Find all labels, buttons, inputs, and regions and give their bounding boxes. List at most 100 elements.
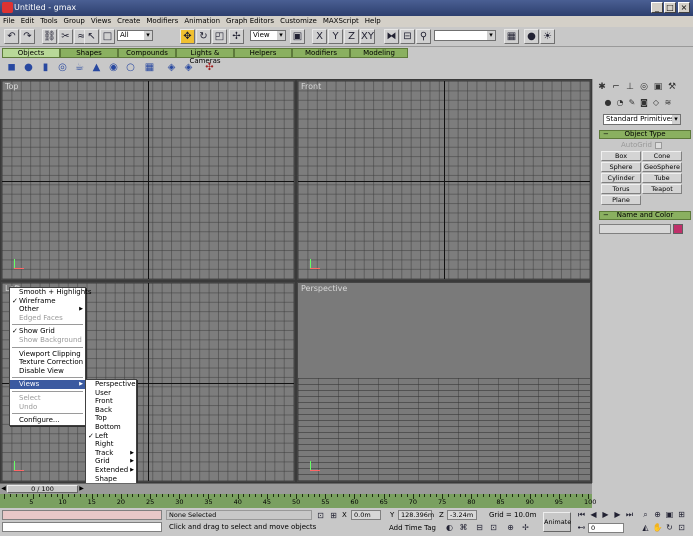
pivot-point-icon[interactable]: ▣ [290, 29, 305, 44]
add-time-tag-button[interactable]: Add Time Tag [389, 524, 436, 533]
rollout-object-type[interactable]: − Object Type [599, 130, 691, 139]
view-item-bottom[interactable]: Bottom [86, 423, 136, 432]
primitive-category-select[interactable]: Standard Primitives [603, 114, 681, 125]
view-item-shape[interactable]: Shape [86, 475, 136, 484]
helpers-category-icon[interactable]: ◇ [650, 97, 662, 109]
close-button[interactable]: × [678, 2, 690, 13]
maximize-viewport-icon[interactable]: ⊡ [676, 522, 687, 533]
menu-modifiers[interactable]: Modifiers [143, 16, 181, 27]
arc-rotate-icon[interactable]: ↻ [664, 522, 675, 533]
redo-icon[interactable]: ↷ [20, 29, 35, 44]
restrict-y-icon[interactable]: Y [328, 29, 343, 44]
torus-button[interactable]: Torus [601, 184, 641, 194]
object-color-swatch[interactable] [673, 224, 683, 234]
menu-item-configure[interactable]: Configure... [10, 416, 85, 425]
menu-create[interactable]: Create [114, 16, 143, 27]
x-coordinate-field[interactable]: 0.0m [351, 510, 381, 520]
undo-icon[interactable]: ↶ [4, 29, 19, 44]
tab-modifiers[interactable]: Modifiers [292, 48, 350, 58]
restrict-x-icon[interactable]: X [312, 29, 327, 44]
material-editor-icon[interactable]: ● [524, 29, 539, 44]
restrict-z-icon[interactable]: Z [344, 29, 359, 44]
viewport-top[interactable]: Top [1, 80, 295, 280]
tube-button[interactable]: Tube [642, 173, 682, 183]
plane-button[interactable]: Plane [601, 195, 641, 205]
select-scale-icon[interactable]: ◰ [212, 29, 227, 44]
maxscript-output[interactable] [2, 522, 162, 532]
menu-views[interactable]: Views [88, 16, 114, 27]
cone-icon[interactable]: ▲ [90, 61, 103, 74]
view-item-extended[interactable]: Extended ▶ [86, 466, 136, 475]
menu-graph-editors[interactable]: Graph Editors [223, 16, 277, 27]
zoom-all-icon[interactable]: ⊕ [652, 509, 663, 520]
view-item-track[interactable]: Track ▶ [86, 449, 136, 458]
spacewarps-category-icon[interactable]: ≋ [662, 97, 674, 109]
object-name-input[interactable] [599, 224, 671, 234]
track-bar[interactable]: 5 10 15 20 25 30 35 40 45 50 55 60 65 70 75 80 85 90 95 100 [0, 494, 596, 508]
motion-panel-icon[interactable]: ◎ [638, 81, 650, 93]
menu-maxscript[interactable]: MAXScript [320, 16, 362, 27]
menu-item-viewport-clipping[interactable]: Viewport Clipping [10, 350, 85, 359]
tab-helpers[interactable]: Helpers [234, 48, 292, 58]
previous-key-icon[interactable]: ◀ [588, 509, 599, 520]
z-coordinate-field[interactable]: -3.24m [447, 510, 477, 520]
key-filter-icon[interactable]: ⊡ [488, 522, 499, 533]
light-icon[interactable]: ✣ [203, 61, 216, 74]
free-camera-icon[interactable]: ◈ [182, 61, 195, 74]
sphere-button[interactable]: Sphere [601, 162, 641, 172]
prev-frame-icon[interactable]: ◀ [0, 485, 7, 493]
tube-icon[interactable]: ○ [124, 61, 137, 74]
view-item-perspective[interactable]: Perspective [86, 380, 136, 389]
maxscript-listener-input[interactable] [2, 510, 162, 520]
time-slider-thumb[interactable]: 0 / 100 [7, 485, 78, 493]
view-item-user[interactable]: User [86, 389, 136, 398]
view-item-front[interactable]: Front [86, 397, 136, 406]
select-object-icon[interactable]: ↖ [84, 29, 99, 44]
menu-item-wireframe[interactable]: ✓ Wireframe [10, 297, 85, 306]
menu-tools[interactable]: Tools [37, 16, 60, 27]
menu-item-show-grid[interactable]: ✓ Show Grid [10, 327, 85, 336]
tab-shapes[interactable]: Shapes [60, 48, 118, 58]
menu-animation[interactable]: Animation [181, 16, 223, 27]
teapot-icon[interactable]: ☕ [73, 61, 86, 74]
next-key-icon[interactable]: ▶ [612, 509, 623, 520]
modify-panel-icon[interactable]: ⌐ [610, 81, 622, 93]
snap-toggle-icon[interactable]: ⊕ [505, 522, 516, 533]
align-icon[interactable]: ⊟ [400, 29, 415, 44]
menu-item-disable-view[interactable]: Disable View [10, 367, 85, 376]
hierarchy-panel-icon[interactable]: ⊥ [624, 81, 636, 93]
named-selection-select[interactable] [434, 30, 496, 41]
schematic-view-icon[interactable]: ▦ [504, 29, 519, 44]
create-panel-icon[interactable]: ✱ [596, 81, 608, 93]
view-item-back[interactable]: Back [86, 406, 136, 415]
zoom-extents-all-icon[interactable]: ⊞ [676, 509, 687, 520]
y-coordinate-field[interactable]: 128.396m [398, 510, 434, 520]
rollout-name-and-color[interactable]: − Name and Color [599, 211, 691, 220]
reference-coordinate-select[interactable]: View [250, 30, 286, 41]
plane-icon[interactable]: ▦ [143, 61, 156, 74]
angle-snap-icon[interactable]: ✢ [520, 522, 531, 533]
set-key-icon[interactable]: ⊟ [474, 522, 485, 533]
menu-file[interactable]: File [0, 16, 18, 27]
mirror-icon[interactable]: ⧓ [384, 29, 399, 44]
menu-item-texture-correction[interactable]: Texture Correction [10, 358, 85, 367]
zoom-icon[interactable]: ⌕ [640, 509, 651, 520]
tab-lights-cameras[interactable]: Lights & Cameras [176, 48, 234, 65]
current-frame-field[interactable]: 0 [588, 523, 624, 533]
minimize-button[interactable]: _ [651, 2, 663, 13]
time-slider-track[interactable]: 0 / 100 ◀ ▶ [0, 483, 592, 494]
torus-icon[interactable]: ◎ [56, 61, 69, 74]
sphere-icon[interactable]: ● [22, 61, 35, 74]
autogrid-checkbox[interactable] [655, 142, 662, 149]
display-panel-icon[interactable]: ▣ [652, 81, 664, 93]
select-rotate-icon[interactable]: ↻ [196, 29, 211, 44]
field-of-view-icon[interactable]: ◭ [640, 522, 651, 533]
animate-button[interactable]: Animate [543, 512, 571, 532]
menu-item-smooth-highlights[interactable]: Smooth + Highlights [10, 288, 92, 297]
menu-customize[interactable]: Customize [277, 16, 320, 27]
geosphere-button[interactable]: GeoSphere [642, 162, 682, 172]
shapes-category-icon[interactable]: ◔ [614, 97, 626, 109]
viewport-front[interactable]: Front [297, 80, 591, 280]
next-frame-icon[interactable]: ▶ [78, 485, 85, 493]
lock-selection-icon[interactable]: ⊡ [315, 510, 326, 521]
